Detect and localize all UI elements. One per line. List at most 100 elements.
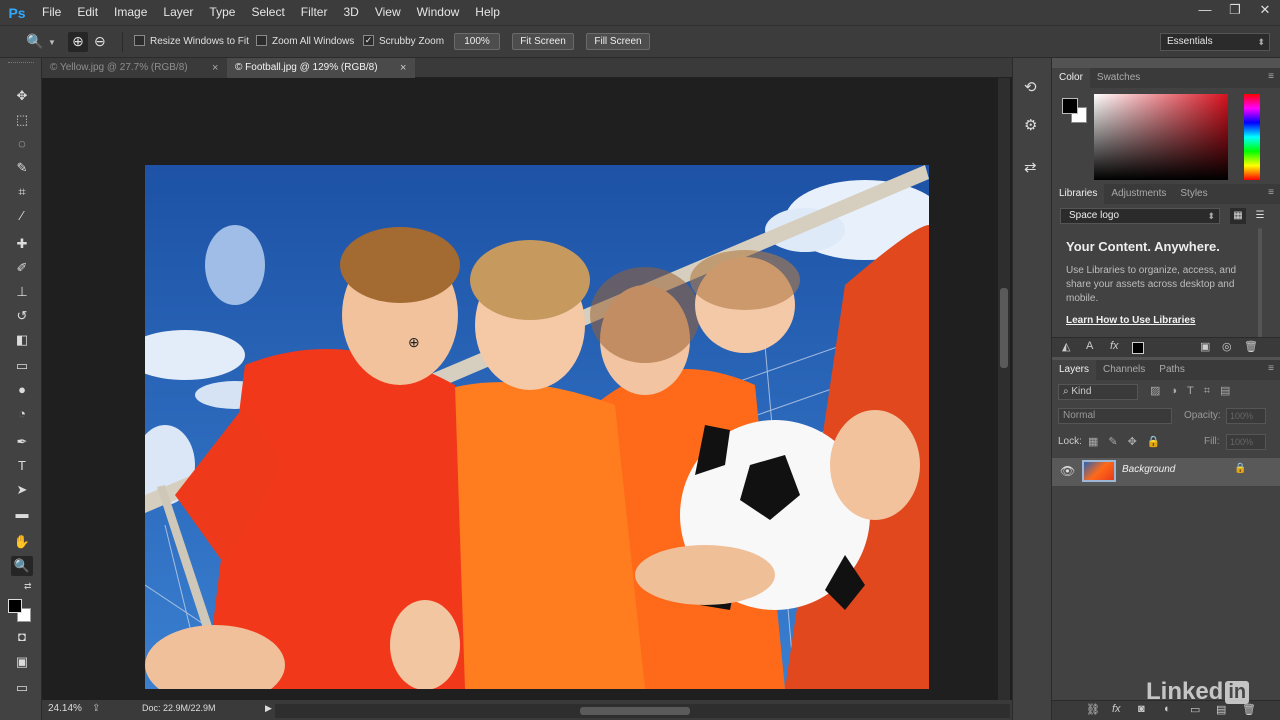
menu-type[interactable]: Type	[201, 0, 243, 25]
zoom-tool-preset-icon[interactable]: 🔍	[26, 32, 43, 50]
menu-help[interactable]: Help	[467, 0, 508, 25]
swap-colors-icon[interactable]: ⇄	[24, 581, 32, 592]
menu-window[interactable]: Window	[409, 0, 468, 25]
minimize-button[interactable]: —	[1190, 0, 1220, 22]
close-window-button[interactable]: ✕	[1250, 0, 1280, 22]
eraser-tool[interactable]: ◧	[11, 330, 33, 350]
workspace-select[interactable]: Essentials ⬍	[1160, 33, 1270, 51]
fx-icon[interactable]: fx	[1112, 703, 1121, 715]
menu-filter[interactable]: Filter	[293, 0, 336, 25]
panel-menu-icon[interactable]: ≡	[1268, 71, 1274, 82]
zoom-100-button[interactable]: 100%	[454, 33, 500, 50]
type-tool[interactable]: T	[11, 456, 33, 476]
tab-yellow-jpg[interactable]: © Yellow.jpg @ 27.7% (RGB/8)	[42, 58, 227, 78]
hue-slider[interactable]	[1244, 94, 1260, 180]
trash-icon[interactable]: 🗑	[1244, 340, 1258, 353]
history-brush-tool[interactable]: ↺	[11, 306, 33, 326]
clone-stamp-tool[interactable]: ⊥	[11, 282, 33, 302]
tab-adjustments[interactable]: Adjustments	[1104, 184, 1173, 204]
layer-name[interactable]: Background	[1122, 464, 1175, 475]
zoom-in-icon[interactable]: ⊕	[68, 32, 88, 52]
scroll-thumb[interactable]	[580, 707, 690, 715]
tab-channels[interactable]: Channels	[1096, 360, 1152, 380]
zoom-all-windows-checkbox[interactable]: Zoom All Windows	[256, 33, 354, 51]
foreground-color-swatch[interactable]	[1062, 98, 1078, 114]
zoom-tool[interactable]: 🔍	[11, 556, 33, 576]
menu-edit[interactable]: Edit	[69, 0, 106, 25]
screen-mode-button[interactable]: ▣	[11, 652, 33, 672]
brush-tool[interactable]: ✐	[11, 258, 33, 278]
healing-brush-tool[interactable]: ✚	[11, 234, 33, 254]
export-icon[interactable]: ⇪	[92, 703, 100, 714]
stock-icon[interactable]: ▣	[1200, 340, 1210, 353]
menu-image[interactable]: Image	[106, 0, 155, 25]
fill-screen-button[interactable]: Fill Screen	[586, 33, 650, 50]
artboard-button[interactable]: ▭	[11, 678, 33, 698]
tab-layers[interactable]: Layers	[1052, 360, 1097, 380]
add-graphic-icon[interactable]: ◭	[1062, 340, 1070, 353]
library-select[interactable]: Space logo ⬍	[1060, 208, 1220, 224]
panel-menu-icon[interactable]: ≡	[1268, 187, 1274, 198]
zoom-out-icon[interactable]: ⊖	[94, 32, 106, 50]
scrubby-zoom-checkbox[interactable]: ✓ Scrubby Zoom	[363, 33, 444, 51]
rectangle-tool[interactable]: ▬	[11, 504, 33, 524]
menu-layer[interactable]: Layer	[155, 0, 201, 25]
move-tool[interactable]: ✥	[11, 86, 33, 106]
layer-filter-kind-select[interactable]: ⌕ Kind	[1058, 384, 1138, 400]
history-panel-icon[interactable]: ⟲	[1024, 78, 1037, 96]
tab-paths[interactable]: Paths	[1152, 360, 1192, 380]
path-selection-tool[interactable]: ➤	[11, 480, 33, 500]
menu-file[interactable]: File	[34, 0, 69, 25]
menu-select[interactable]: Select	[243, 0, 292, 25]
football-photo[interactable]	[145, 165, 929, 689]
crop-tool[interactable]: ⌗	[11, 182, 33, 202]
add-layer-style-icon[interactable]: fx	[1110, 340, 1119, 352]
add-mask-icon[interactable]: ◙	[1138, 703, 1145, 715]
zoom-level[interactable]: 24.14%	[48, 703, 82, 714]
blend-mode-select[interactable]: Normal	[1058, 408, 1172, 424]
scroll-thumb[interactable]	[1000, 288, 1008, 368]
sync-icon[interactable]: ◎	[1222, 340, 1232, 353]
fit-screen-button[interactable]: Fit Screen	[512, 33, 574, 50]
visibility-eye-icon[interactable]: 👁	[1060, 464, 1075, 478]
resize-windows-checkbox[interactable]: Resize Windows to Fit	[134, 33, 249, 51]
fill-field[interactable]: 100%	[1226, 434, 1266, 450]
marquee-tool[interactable]: ⬚	[11, 110, 33, 130]
horizontal-scrollbar[interactable]	[275, 704, 1010, 718]
close-tab-icon[interactable]: ×	[212, 58, 218, 78]
foreground-color-swatch[interactable]	[8, 599, 22, 613]
canvas-area[interactable]: ⊕	[42, 78, 1012, 700]
paragraph-panel-icon[interactable]: ⇄	[1024, 158, 1037, 176]
add-character-style-icon[interactable]: A	[1086, 340, 1093, 352]
chevron-down-icon[interactable]: ▼	[48, 34, 56, 52]
tab-swatches[interactable]: Swatches	[1090, 68, 1147, 88]
list-view-icon[interactable]: ☰	[1252, 208, 1268, 224]
tab-styles[interactable]: Styles	[1173, 184, 1214, 204]
layer-row-background[interactable]: 👁 Background 🔒	[1052, 458, 1280, 486]
tab-color[interactable]: Color	[1052, 68, 1090, 88]
color-spectrum-field[interactable]	[1094, 94, 1228, 180]
lock-icons[interactable]: ▦✎✥🔒	[1088, 435, 1171, 448]
gradient-tool[interactable]: ▭	[11, 356, 33, 376]
status-menu-arrow-icon[interactable]: ▶	[265, 703, 272, 714]
toolbox-grip[interactable]	[8, 62, 34, 65]
panel-menu-icon[interactable]: ≡	[1268, 363, 1274, 374]
add-color-icon[interactable]	[1132, 342, 1144, 354]
menu-view[interactable]: View	[367, 0, 409, 25]
close-tab-icon[interactable]: ×	[400, 58, 406, 78]
tab-libraries[interactable]: Libraries	[1052, 184, 1105, 204]
pen-tool[interactable]: ✒	[11, 432, 33, 452]
hand-tool[interactable]: ✋	[11, 532, 33, 552]
restore-button[interactable]: ❐	[1220, 0, 1250, 22]
quick-selection-tool[interactable]: ✎	[11, 158, 33, 178]
properties-panel-icon[interactable]: ⚙	[1024, 116, 1037, 134]
libraries-scrollbar[interactable]	[1258, 228, 1262, 338]
learn-libraries-link[interactable]: Learn How to Use Libraries	[1066, 315, 1195, 326]
dodge-tool[interactable]: ◔	[11, 404, 33, 424]
blur-tool[interactable]: ●	[11, 380, 33, 400]
lasso-tool[interactable]: ◌	[11, 134, 33, 154]
opacity-field[interactable]: 100%	[1226, 408, 1266, 424]
grid-view-icon[interactable]: ▦	[1230, 208, 1246, 224]
eyedropper-tool[interactable]: ⁄	[11, 206, 33, 226]
link-layers-icon[interactable]: ⛓	[1086, 703, 1100, 716]
